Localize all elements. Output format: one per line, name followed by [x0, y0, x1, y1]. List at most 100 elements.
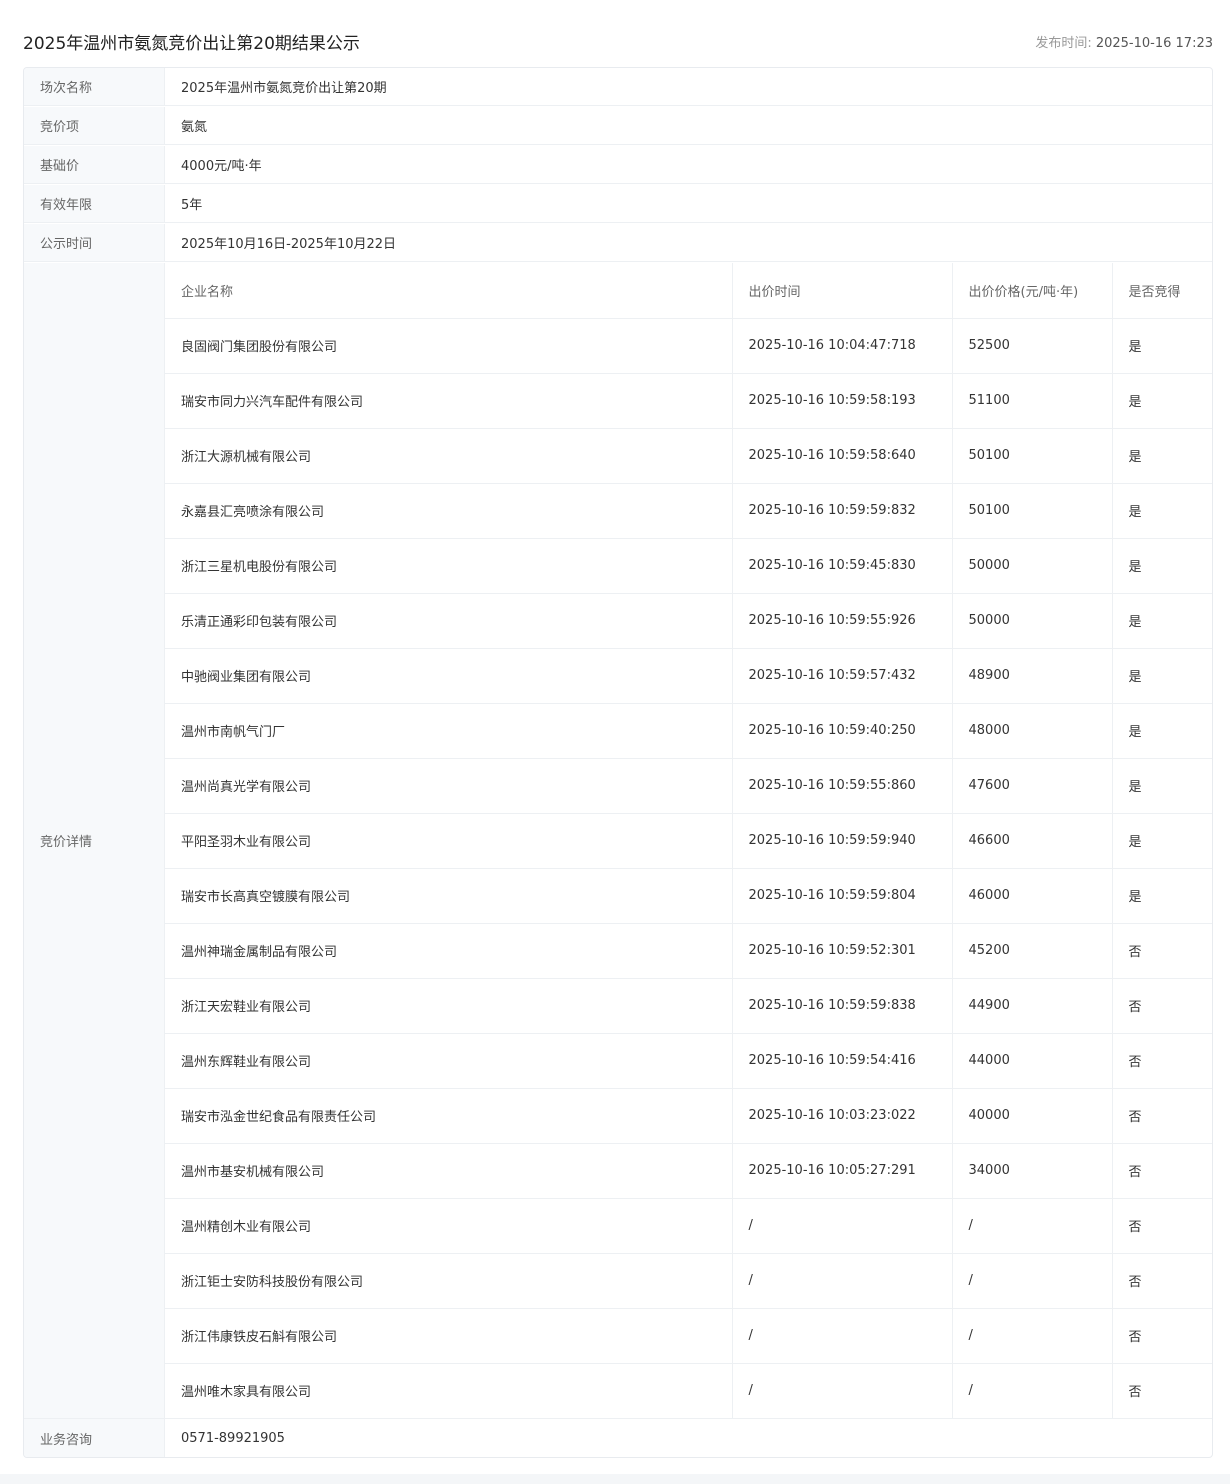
bid-details-section: 竞价详情 企业名称 出价时间 出价价格(元/吨·年) 是否竞得 良固阀门集团股份…: [24, 263, 1212, 1419]
bid-time-cell: 2025-10-16 10:59:58:640: [731, 428, 952, 484]
info-row-publicity-period: 公示时间 2025年10月16日-2025年10月22日: [24, 224, 1212, 262]
company-name-cell: 浙江钜士安防科技股份有限公司: [165, 1253, 732, 1309]
won-status-cell: 否: [1111, 1198, 1212, 1254]
company-name-cell: 瑞安市同力兴汽车配件有限公司: [165, 373, 732, 429]
won-status-cell: 是: [1111, 538, 1212, 594]
bid-price-cell: 46600: [951, 813, 1112, 869]
bid-price-cell: 51100: [951, 373, 1112, 429]
bid-time-cell: /: [731, 1308, 952, 1364]
won-status-cell: 否: [1111, 1088, 1212, 1144]
column-header-company: 企业名称: [165, 263, 732, 319]
company-name-cell: 中驰阀业集团有限公司: [165, 648, 732, 704]
table-row: 浙江天宏鞋业有限公司 2025-10-16 10:59:59:838 44900 否: [165, 978, 1212, 1034]
table-row: 永嘉县汇亮喷涂有限公司 2025-10-16 10:59:59:832 50100 是: [165, 483, 1212, 539]
contact-phone: 0571-89921905: [181, 1430, 285, 1446]
info-label: 基础价: [24, 146, 165, 183]
won-status-cell: 是: [1111, 813, 1212, 869]
table-row: 平阳圣羽木业有限公司 2025-10-16 10:59:59:940 46600 是: [165, 813, 1212, 869]
table-row: 温州市基安机械有限公司 2025-10-16 10:05:27:291 34000 否: [165, 1143, 1212, 1199]
table-row: 浙江大源机械有限公司 2025-10-16 10:59:58:640 50100 是: [165, 428, 1212, 484]
won-status-cell: 是: [1111, 428, 1212, 484]
company-name-cell: 浙江天宏鞋业有限公司: [165, 978, 732, 1034]
bid-price-cell: 40000: [951, 1088, 1112, 1144]
company-name-cell: 浙江大源机械有限公司: [165, 428, 732, 484]
info-value: 2025年温州市氨氮竞价出让第20期: [181, 81, 387, 96]
company-name-cell: 瑞安市长高真空镀膜有限公司: [165, 868, 732, 924]
contact-label: 业务咨询: [24, 1419, 165, 1457]
bid-price-cell: 47600: [951, 758, 1112, 814]
info-row-base-price: 基础价 4000元/吨·年: [24, 146, 1212, 184]
bid-time-cell: 2025-10-16 10:05:27:291: [731, 1143, 952, 1199]
bid-price-cell: 46000: [951, 868, 1112, 924]
column-header-bid-time: 出价时间: [731, 263, 952, 319]
table-row: 乐清正通彩印包装有限公司 2025-10-16 10:59:55:926 50000…: [165, 593, 1212, 649]
bid-time-cell: 2025-10-16 10:59:59:804: [731, 868, 952, 924]
company-name-cell: 温州唯木家具有限公司: [181, 1385, 312, 1401]
info-value: 2025年10月16日-2025年10月22日: [181, 237, 397, 252]
contact-row: 业务咨询 0571-89921905: [24, 1419, 1212, 1457]
won-status-cell: 是: [1111, 483, 1212, 539]
bid-table: 企业名称 出价时间 出价价格(元/吨·年) 是否竞得 良固阀门集团股份有限公司 2…: [165, 263, 1212, 1418]
bid-price-cell: 34000: [951, 1143, 1112, 1199]
won-status-cell: 否: [1111, 978, 1212, 1034]
publish-info: 发布时间: 2025-10-16 17:23: [1035, 35, 1213, 53]
won-status-cell: 是: [1111, 648, 1212, 704]
column-header-won: 是否竞得: [1111, 263, 1212, 319]
info-label: 公示时间: [24, 224, 165, 261]
company-name-cell: 温州精创木业有限公司: [165, 1198, 732, 1254]
table-row: 中驰阀业集团有限公司 2025-10-16 10:59:57:432 48900 是: [165, 648, 1212, 704]
table-row: 瑞安市泓金世纪食品有限责任公司 2025-10-16 10:03:23:022 40…: [165, 1088, 1212, 1144]
table-row: 浙江三星机电股份有限公司 2025-10-16 10:59:45:830 50000…: [165, 538, 1212, 594]
company-name-cell: 温州神瑞金属制品有限公司: [165, 923, 732, 979]
table-row: 瑞安市长高真空镀膜有限公司 2025-10-16 10:59:59:804 4600…: [165, 868, 1212, 924]
bid-time-cell: /: [731, 1198, 952, 1254]
publish-time-label: 发布时间:: [1035, 36, 1096, 51]
table-row: 温州精创木业有限公司 / / 否: [165, 1198, 1212, 1254]
bid-time-cell: /: [731, 1363, 952, 1418]
page-title: 2025年温州市氨氮竞价出让第20期结果公示: [23, 34, 360, 54]
won-status-cell: 是: [1111, 318, 1212, 374]
bid-table-header-row: 企业名称 出价时间 出价价格(元/吨·年) 是否竞得: [165, 263, 1212, 319]
bid-price-cell: 48900: [951, 648, 1112, 704]
bid-price-cell: 48000: [951, 703, 1112, 759]
won-status-cell: 否: [1111, 1363, 1212, 1418]
company-name-cell: 温州东辉鞋业有限公司: [165, 1033, 732, 1089]
bid-details-label: 竞价详情: [24, 263, 165, 1418]
table-row: 浙江伟康铁皮石斛有限公司 / / 否: [165, 1308, 1212, 1364]
table-row: 温州市南帆气门厂 2025-10-16 10:59:40:250 48000 是: [165, 703, 1212, 759]
page-header: 2025年温州市氨氮竞价出让第20期结果公示 发布时间: 2025-10-16 …: [23, 32, 1213, 56]
company-name-cell: 良固阀门集团股份有限公司: [165, 318, 732, 374]
won-status-cell: 否: [1111, 1308, 1212, 1364]
bid-time-cell: 2025-10-16 10:04:47:718: [731, 318, 952, 374]
info-row-session-name: 场次名称 2025年温州市氨氮竞价出让第20期: [24, 68, 1212, 106]
won-status-cell: 否: [1111, 1033, 1212, 1089]
bid-time-cell: 2025-10-16 10:59:59:832: [731, 483, 952, 539]
info-value: 氨氮: [181, 120, 208, 135]
bid-time-cell: 2025-10-16 10:03:23:022: [731, 1088, 952, 1144]
company-name-cell: 瑞安市泓金世纪食品有限责任公司: [165, 1088, 732, 1144]
bid-price-cell: 45200: [951, 923, 1112, 979]
won-status-cell: 否: [1111, 923, 1212, 979]
table-row: 温州唯木家具有限公司 / / 否: [165, 1363, 1212, 1418]
bid-price-cell: 50100: [951, 428, 1112, 484]
bid-time-cell: 2025-10-16 10:59:52:301: [731, 923, 952, 979]
table-row: 温州尚真光学有限公司 2025-10-16 10:59:55:860 47600 是: [165, 758, 1212, 814]
bid-time-cell: 2025-10-16 10:59:55:860: [731, 758, 952, 814]
bid-time-cell: 2025-10-16 10:59:54:416: [731, 1033, 952, 1089]
bid-time-cell: 2025-10-16 10:59:59:940: [731, 813, 952, 869]
won-status-cell: 是: [1111, 868, 1212, 924]
table-row: 瑞安市同力兴汽车配件有限公司 2025-10-16 10:59:58:193 511…: [165, 373, 1212, 429]
bid-time-cell: /: [731, 1253, 952, 1309]
table-row: 温州神瑞金属制品有限公司 2025-10-16 10:59:52:301 45200…: [165, 923, 1212, 979]
company-name-cell: 浙江伟康铁皮石斛有限公司: [165, 1308, 732, 1364]
info-label: 竞价项: [24, 107, 165, 144]
bid-price-cell: /: [951, 1308, 1112, 1364]
bid-price-cell: 44000: [951, 1033, 1112, 1089]
page-bottom-band: [0, 1474, 1230, 1484]
company-name-cell: 温州市南帆气门厂: [165, 703, 732, 759]
won-status-cell: 是: [1111, 373, 1212, 429]
company-name-cell: 温州市基安机械有限公司: [165, 1143, 732, 1199]
publish-time-value: 2025-10-16 17:23: [1095, 36, 1213, 51]
bid-time-cell: 2025-10-16 10:59:40:250: [731, 703, 952, 759]
bid-price-cell: 44900: [951, 978, 1112, 1034]
